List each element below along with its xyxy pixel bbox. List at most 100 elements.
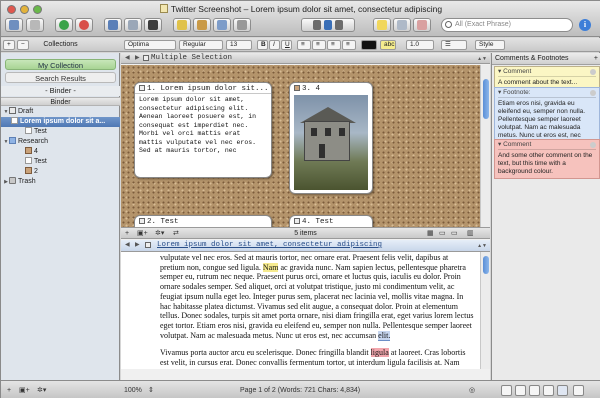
text-editor[interactable]: vulputate vel nec eros. Sed at mauris to…: [121, 252, 480, 369]
keywords-view-icon[interactable]: [515, 385, 526, 396]
print-button[interactable]: [233, 18, 251, 32]
font-style-select[interactable]: Regular: [179, 40, 223, 50]
scroll-thumb[interactable]: [483, 256, 489, 274]
comment-note-colored[interactable]: ▾ Comment And some other comment on the …: [494, 139, 600, 179]
outliner-icon: [335, 20, 343, 30]
inspector-comments-button[interactable]: [413, 18, 431, 32]
composition-icon: [148, 20, 158, 30]
search-field[interactable]: All (Exact Phrase): [441, 18, 573, 32]
lock-icon[interactable]: [573, 385, 584, 396]
zoom-select[interactable]: 100%: [124, 385, 142, 396]
up-down-arrows-icon[interactable]: ▲▼: [477, 241, 487, 251]
binder-item-2[interactable]: 2: [1, 167, 120, 177]
add-document-button[interactable]: [55, 18, 73, 32]
bold-button[interactable]: B: [257, 40, 268, 50]
split-button[interactable]: [213, 18, 231, 32]
binder-add-folder-button[interactable]: ▣+: [19, 385, 30, 396]
binder-subheader[interactable]: Binder: [1, 97, 120, 106]
info-button[interactable]: i: [579, 19, 591, 31]
binder-gear-icon[interactable]: ✲▾: [37, 385, 46, 396]
binder-item-test[interactable]: Test: [1, 127, 120, 137]
search-icon: [445, 21, 452, 28]
scroll-thumb[interactable]: [483, 79, 489, 119]
grid-view-icon[interactable]: ▦: [427, 229, 434, 238]
comments-view-icon[interactable]: [557, 385, 568, 396]
house-window: [311, 128, 317, 136]
binder-add-button[interactable]: +: [7, 385, 11, 396]
card-size-icon[interactable]: ▥: [467, 229, 474, 238]
label-view-icon[interactable]: ▭: [451, 229, 458, 238]
card-synopsis: Lorem ipsum dolor sit amet, consectetur …: [139, 96, 260, 154]
footnote-note[interactable]: ▾ Footnote: Etiam eros nisi, gravida eu …: [494, 87, 600, 143]
highlighted-text[interactable]: Nam: [262, 262, 279, 272]
collection-search-results[interactable]: Search Results: [5, 72, 116, 83]
corkboard[interactable]: 1. Lorem ipsum dolor sit... Lorem ipsum …: [121, 65, 490, 229]
commented-text[interactable]: ligula: [370, 348, 389, 358]
trash-button[interactable]: [75, 18, 93, 32]
footnote-text[interactable]: elit.: [378, 330, 391, 341]
binder-toggle-button[interactable]: [5, 18, 23, 32]
scrivenings-icon: [313, 20, 321, 30]
snapshot-view-icon[interactable]: [543, 385, 554, 396]
style-select[interactable]: Style: [475, 40, 505, 50]
delete-note-icon[interactable]: [590, 69, 596, 75]
forward-arrow-icon[interactable]: ▶: [135, 53, 140, 63]
corkboard-footer: + ▣+ ✲▾ ⇄ 5 items ▦ ▭ ▭ ▥: [121, 227, 490, 239]
collections-icon: [30, 20, 40, 30]
binder-item-draft[interactable]: ▼ Draft: [1, 107, 120, 117]
list-select[interactable]: ☰: [441, 40, 467, 50]
index-card-2[interactable]: 3. 4: [289, 82, 373, 194]
highlight-color-button[interactable]: abc: [380, 40, 396, 50]
note-header: ▾ Comment: [498, 68, 596, 77]
binder-item-4[interactable]: 4: [1, 147, 120, 157]
inspector-references-button[interactable]: [393, 18, 411, 32]
target-icon[interactable]: ◎: [469, 385, 475, 396]
compile-button[interactable]: [104, 18, 122, 32]
collection-my-collection[interactable]: My Collection: [5, 59, 116, 70]
italic-button[interactable]: I: [269, 40, 280, 50]
add-comment-button[interactable]: +: [594, 53, 598, 64]
forward-arrow-icon[interactable]: ▶: [135, 240, 140, 250]
freeform-view-icon[interactable]: ▭: [439, 229, 446, 238]
view-mode-segmented-control[interactable]: [301, 18, 355, 32]
corkboard-scrollbar[interactable]: [480, 65, 490, 227]
binder-item-trash[interactable]: ▶ Trash: [1, 177, 120, 187]
binder-item-lorem-ipsum[interactable]: Lorem ipsum dolor sit a...: [1, 117, 120, 127]
snapshot-button[interactable]: [124, 18, 142, 32]
draft-icon: [9, 107, 16, 114]
delete-note-icon[interactable]: [590, 90, 596, 96]
editor-scrollbar[interactable]: [480, 252, 490, 369]
binder-item-research[interactable]: ▼ Research: [1, 137, 120, 147]
justify-button[interactable]: ≡: [342, 40, 356, 50]
binder-pane: Collections My Collection Search Results…: [1, 41, 120, 380]
collections-button[interactable]: [26, 18, 44, 32]
font-size-select[interactable]: 13: [226, 40, 252, 50]
line-spacing-select[interactable]: 1.0: [406, 40, 434, 50]
lock-button[interactable]: [193, 18, 211, 32]
back-arrow-icon[interactable]: ◀: [125, 53, 130, 63]
key-icon[interactable]: [529, 385, 540, 396]
inspector-notes-button[interactable]: [373, 18, 391, 32]
back-arrow-icon[interactable]: ◀: [125, 240, 130, 250]
align-center-button[interactable]: ≡: [312, 40, 326, 50]
up-down-arrows-icon[interactable]: ▲▼: [477, 54, 487, 64]
align-right-button[interactable]: ≡: [327, 40, 341, 50]
keywords-button[interactable]: [173, 18, 191, 32]
binder-item-test-2[interactable]: Test: [1, 157, 120, 167]
align-left-button[interactable]: ≡: [297, 40, 311, 50]
underline-button[interactable]: U: [281, 40, 292, 50]
index-card-1[interactable]: 1. Lorem ipsum dolor sit... Lorem ipsum …: [134, 82, 272, 178]
text-color-button[interactable]: [361, 40, 377, 50]
note-view-icon[interactable]: [501, 385, 512, 396]
composition-button[interactable]: [144, 18, 162, 32]
zoom-stepper-icon[interactable]: ⇕: [148, 385, 154, 396]
corkboard-header-bar: ◀ ▶ Multiple Selection ▲▼: [121, 53, 490, 64]
font-family-select[interactable]: Optima: [124, 40, 176, 50]
comments-footnotes-tab[interactable]: Comments & Footnotes +: [492, 53, 600, 65]
collections-tab[interactable]: Collections: [1, 39, 120, 51]
note-text: A comment about the text...: [498, 79, 578, 86]
corkboard-header-title: Multiple Selection: [151, 54, 233, 62]
inspector-pane: Comments & Footnotes + ▾ Comment A comme…: [491, 53, 600, 380]
add-icon: [59, 20, 69, 30]
delete-note-icon[interactable]: [590, 142, 596, 148]
